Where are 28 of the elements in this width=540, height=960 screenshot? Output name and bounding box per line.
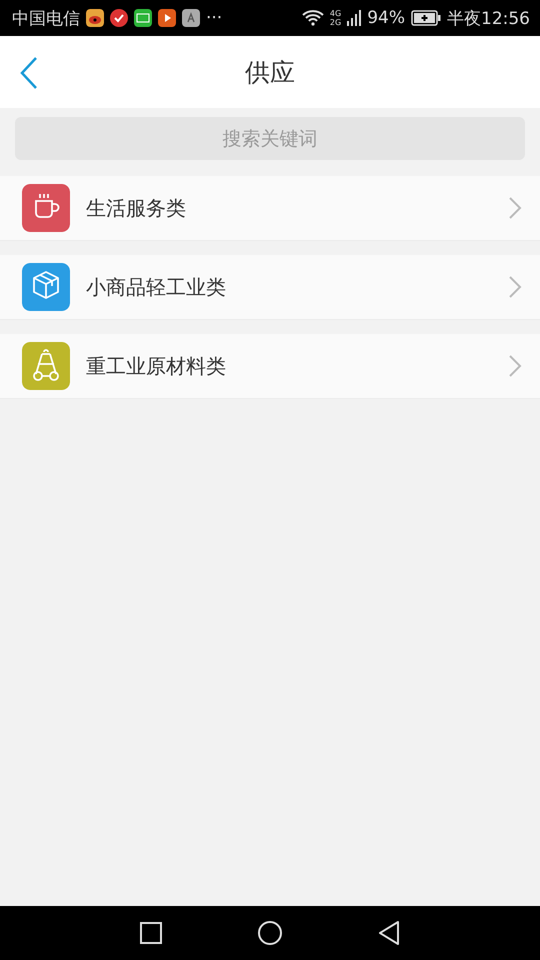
category-label: 重工业原材料类 <box>86 352 227 380</box>
signal-icon <box>347 10 362 26</box>
chevron-icon <box>508 275 522 299</box>
battery-percent: 94% <box>367 8 405 28</box>
category-row[interactable]: 生活服务类 <box>0 176 540 241</box>
page-title: 供应 <box>245 56 295 88</box>
category-row[interactable]: 重工业原材料类 <box>0 334 540 399</box>
category-row[interactable]: 小商品轻工业类 <box>0 255 540 320</box>
search-field[interactable]: 搜索关键词 <box>15 117 525 160</box>
network-type: 4G <box>330 9 342 18</box>
battery-icon <box>411 10 441 26</box>
carrier-name: 中国电信 <box>12 8 80 30</box>
play-app-icon <box>158 9 176 27</box>
clock: 半夜12:56 <box>447 8 530 30</box>
network-type: 2G <box>330 18 342 27</box>
wifi-icon <box>302 9 324 27</box>
category-label: 小商品轻工业类 <box>86 274 227 300</box>
more-notifications: ··· <box>206 8 222 28</box>
check-app-icon <box>110 9 128 27</box>
chevron-icon <box>508 354 522 378</box>
eye-app-icon <box>86 9 104 27</box>
category-label: 生活服务类 <box>86 194 187 222</box>
keyboard-app-icon <box>182 9 200 27</box>
home-icon[interactable] <box>257 920 283 946</box>
video-app-icon <box>134 9 152 27</box>
recent-apps-icon[interactable] <box>139 921 163 945</box>
chevron-icon <box>508 196 522 220</box>
back-icon[interactable] <box>377 920 401 946</box>
